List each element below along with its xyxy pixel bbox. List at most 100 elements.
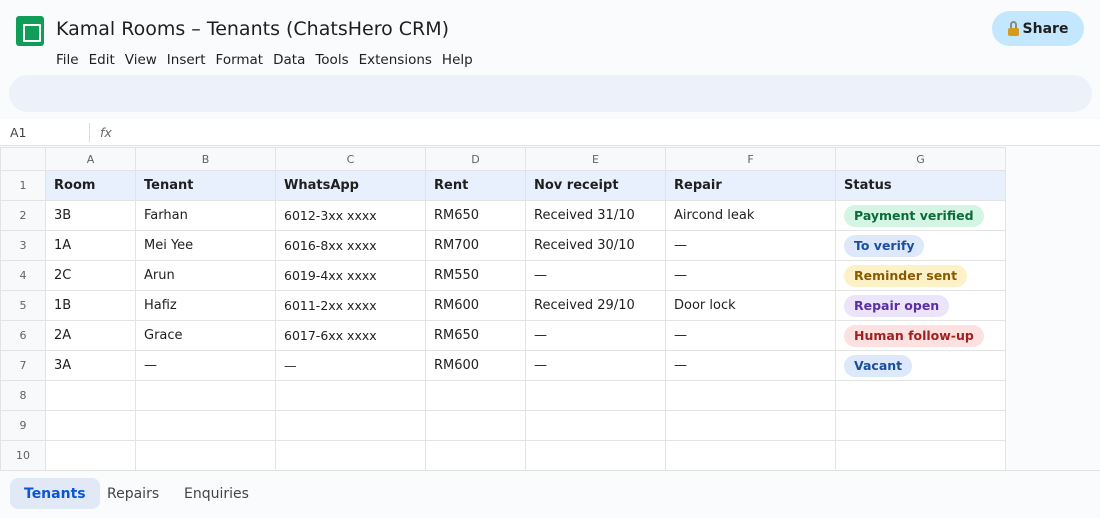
menu-help[interactable]: Help xyxy=(437,51,478,69)
cell-rent[interactable]: RM650 xyxy=(425,320,526,351)
column-header-g[interactable]: G xyxy=(835,147,1006,171)
cell-repair[interactable]: — xyxy=(665,350,836,381)
cell-nov-receipt[interactable]: — xyxy=(525,320,666,351)
cell-repair[interactable]: — xyxy=(665,320,836,351)
column-header-e[interactable]: E xyxy=(525,147,666,171)
column-header-d[interactable]: D xyxy=(425,147,526,171)
menu-format[interactable]: Format xyxy=(211,51,269,69)
cell-tenant[interactable] xyxy=(135,440,276,471)
column-header-f[interactable]: F xyxy=(665,147,836,171)
cell-repair[interactable] xyxy=(665,410,836,441)
row-number[interactable]: 5 xyxy=(0,290,46,321)
cell-whatsapp[interactable]: 6019-4xx xxxx xyxy=(275,260,426,291)
cell-whatsapp[interactable]: 6012-3xx xxxx xyxy=(275,200,426,231)
cell-status[interactable]: Payment verified xyxy=(835,200,1006,231)
header-cell-whatsapp[interactable]: WhatsApp xyxy=(275,170,426,201)
cell-room[interactable]: 2A xyxy=(45,320,136,351)
cell-room[interactable]: 3A xyxy=(45,350,136,381)
cell-rent[interactable] xyxy=(425,380,526,411)
cell-room[interactable] xyxy=(45,440,136,471)
cell-room[interactable]: 1A xyxy=(45,230,136,261)
menu-edit[interactable]: Edit xyxy=(84,51,120,69)
row-number[interactable]: 9 xyxy=(0,410,46,441)
sheet-tab-enquiries[interactable]: Enquiries xyxy=(170,478,263,509)
sheet-tab-tenants[interactable]: Tenants xyxy=(10,478,100,509)
document-title[interactable]: Kamal Rooms – Tenants (ChatsHero CRM) xyxy=(56,16,449,42)
cell-room[interactable]: 1B xyxy=(45,290,136,321)
cell-nov-receipt[interactable] xyxy=(525,380,666,411)
toolbar[interactable] xyxy=(9,75,1092,112)
header-cell-status[interactable]: Status xyxy=(835,170,1006,201)
cell-status[interactable]: Repair open xyxy=(835,290,1006,321)
cell-whatsapp[interactable] xyxy=(275,410,426,441)
cell-rent[interactable]: RM600 xyxy=(425,290,526,321)
cell-whatsapp[interactable]: 6011-2xx xxxx xyxy=(275,290,426,321)
cell-rent[interactable]: RM600 xyxy=(425,350,526,381)
menu-data[interactable]: Data xyxy=(268,51,310,69)
cell-status[interactable]: Human follow-up xyxy=(835,320,1006,351)
row-number[interactable]: 10 xyxy=(0,440,46,471)
cell-whatsapp[interactable] xyxy=(275,380,426,411)
cell-nov-receipt[interactable] xyxy=(525,440,666,471)
menu-file[interactable]: File xyxy=(56,51,84,69)
row-number[interactable]: 4 xyxy=(0,260,46,291)
cell-rent[interactable]: RM550 xyxy=(425,260,526,291)
row-number[interactable]: 8 xyxy=(0,380,46,411)
header-cell-tenant[interactable]: Tenant xyxy=(135,170,276,201)
select-all-corner[interactable] xyxy=(0,147,46,171)
sheets-logo-icon[interactable] xyxy=(16,16,44,46)
column-header-a[interactable]: A xyxy=(45,147,136,171)
cell-rent[interactable]: RM700 xyxy=(425,230,526,261)
cell-status[interactable] xyxy=(835,410,1006,441)
cell-repair[interactable]: — xyxy=(665,260,836,291)
menu-view[interactable]: View xyxy=(120,51,162,69)
menu-insert[interactable]: Insert xyxy=(162,51,211,69)
cell-nov-receipt[interactable]: — xyxy=(525,350,666,381)
cell-repair[interactable]: Aircond leak xyxy=(665,200,836,231)
header-cell-room[interactable]: Room xyxy=(45,170,136,201)
cell-tenant[interactable]: Farhan xyxy=(135,200,276,231)
cell-room[interactable] xyxy=(45,380,136,411)
cell-nov-receipt[interactable]: Received 29/10 xyxy=(525,290,666,321)
cell-nov-receipt[interactable] xyxy=(525,410,666,441)
row-number[interactable]: 3 xyxy=(0,230,46,261)
cell-status[interactable]: Reminder sent xyxy=(835,260,1006,291)
cell-status[interactable]: To verify xyxy=(835,230,1006,261)
cell-whatsapp[interactable]: 6016-8xx xxxx xyxy=(275,230,426,261)
cell-tenant[interactable]: Grace xyxy=(135,320,276,351)
cell-room[interactable]: 2C xyxy=(45,260,136,291)
cell-repair[interactable]: Door lock xyxy=(665,290,836,321)
menu-tools[interactable]: Tools xyxy=(310,51,353,69)
cell-rent[interactable] xyxy=(425,410,526,441)
cell-repair[interactable] xyxy=(665,380,836,411)
row-number[interactable]: 2 xyxy=(0,200,46,231)
cell-tenant[interactable] xyxy=(135,410,276,441)
cell-room[interactable] xyxy=(45,410,136,441)
cell-status[interactable] xyxy=(835,440,1006,471)
cell-rent[interactable] xyxy=(425,440,526,471)
cell-whatsapp[interactable] xyxy=(275,440,426,471)
cell-rent[interactable]: RM650 xyxy=(425,200,526,231)
column-header-b[interactable]: B xyxy=(135,147,276,171)
cell-nov-receipt[interactable]: Received 30/10 xyxy=(525,230,666,261)
row-number[interactable]: 7 xyxy=(0,350,46,381)
cell-tenant[interactable]: — xyxy=(135,350,276,381)
column-header-c[interactable]: C xyxy=(275,147,426,171)
header-cell-rent[interactable]: Rent xyxy=(425,170,526,201)
cell-repair[interactable] xyxy=(665,440,836,471)
header-cell-repair[interactable]: Repair xyxy=(665,170,836,201)
cell-tenant[interactable]: Hafiz xyxy=(135,290,276,321)
cell-tenant[interactable]: Arun xyxy=(135,260,276,291)
name-box[interactable]: A1 xyxy=(10,125,27,140)
sheet-tab-repairs[interactable]: Repairs xyxy=(93,478,173,509)
cell-room[interactable]: 3B xyxy=(45,200,136,231)
cell-nov-receipt[interactable]: — xyxy=(525,260,666,291)
cell-whatsapp[interactable]: 6017-6xx xxxx xyxy=(275,320,426,351)
row-number[interactable]: 6 xyxy=(0,320,46,351)
share-button[interactable]: Share xyxy=(992,11,1084,46)
cell-nov-receipt[interactable]: Received 31/10 xyxy=(525,200,666,231)
cell-tenant[interactable] xyxy=(135,380,276,411)
cell-repair[interactable]: — xyxy=(665,230,836,261)
cell-status[interactable]: Vacant xyxy=(835,350,1006,381)
cell-tenant[interactable]: Mei Yee xyxy=(135,230,276,261)
